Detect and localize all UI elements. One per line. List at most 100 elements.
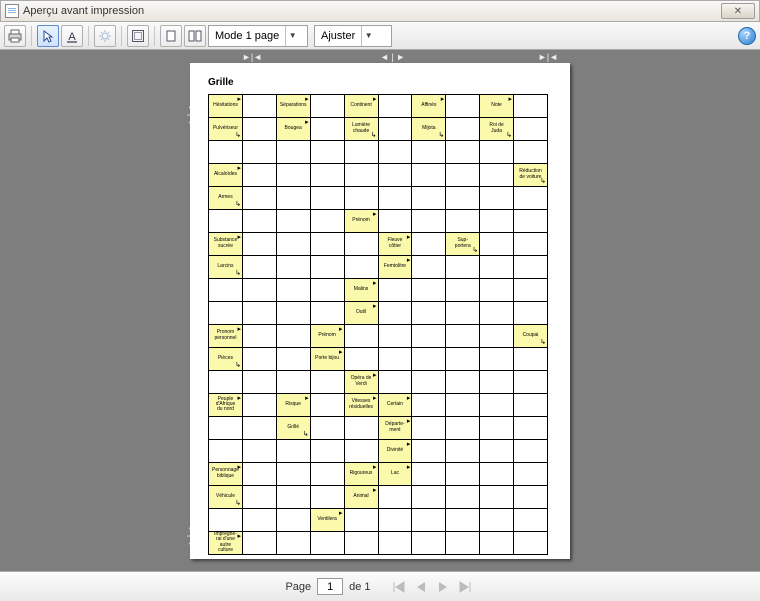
multi-page-button[interactable]: [184, 25, 206, 47]
grid-cell: Réduction de voiture↳: [513, 163, 547, 186]
page-preview: Grille Hésitations▸Séparations▸Continent…: [190, 63, 570, 559]
pan-tool-button[interactable]: A: [61, 25, 83, 47]
grid-cell: [412, 508, 446, 531]
single-page-button[interactable]: [160, 25, 182, 47]
grid-cell: Note▸: [480, 94, 514, 117]
last-page-button[interactable]: [455, 578, 475, 596]
grid-cell: [513, 439, 547, 462]
grid-cell: [310, 393, 344, 416]
grid-cell: [310, 163, 344, 186]
grid-cell: [276, 255, 310, 278]
titlebar: Aperçu avant impression ✕: [0, 0, 760, 22]
grid-cell: [310, 117, 344, 140]
grid-cell: [480, 209, 514, 232]
first-page-button[interactable]: [389, 578, 409, 596]
grid-cell: [209, 140, 243, 163]
margin-handle-icon[interactable]: ►|◄: [242, 52, 262, 62]
grid-cell: [242, 278, 276, 301]
grid-cell: Lumière chaude↳: [344, 117, 378, 140]
grid-cell: Alcaloïdes▸: [209, 163, 243, 186]
grid-cell: [446, 301, 480, 324]
toolbar-separator: [31, 26, 32, 46]
grid-cell: Larcins↳: [209, 255, 243, 278]
grid-cell: [310, 416, 344, 439]
grid-cell: [446, 209, 480, 232]
grid-cell: [513, 531, 547, 554]
grid-cell: [276, 531, 310, 554]
grid-cell: Affinés▸: [412, 94, 446, 117]
grid-cell: Ventilera▸: [310, 508, 344, 531]
grid-cell: Fleuve côtier▸: [378, 232, 412, 255]
next-page-button[interactable]: [433, 578, 453, 596]
grid-cell: [344, 324, 378, 347]
grid-cell: Continent▸: [344, 94, 378, 117]
grid-cell: [513, 186, 547, 209]
grid-cell: [276, 462, 310, 485]
grid-cell: [378, 508, 412, 531]
grid-cell: [446, 324, 480, 347]
grid-cell: [344, 186, 378, 209]
sun-button[interactable]: [94, 25, 116, 47]
grid-cell: [209, 301, 243, 324]
grid-cell: [412, 278, 446, 301]
grid-cell: [378, 370, 412, 393]
grid-cell: [344, 255, 378, 278]
grid-cell: Mijota↳: [412, 117, 446, 140]
grid-cell: [378, 94, 412, 117]
grid-cell: [242, 301, 276, 324]
grid-cell: [209, 278, 243, 301]
grid-cell: [242, 209, 276, 232]
close-button[interactable]: ✕: [721, 3, 755, 19]
toolbar-separator: [88, 26, 89, 46]
grid-cell: [513, 393, 547, 416]
grid-cell: Bougea▸: [276, 117, 310, 140]
margin-handle-icon[interactable]: ►|◄: [538, 52, 558, 62]
grid-cell: [446, 163, 480, 186]
grid-cell: Coupai↳: [513, 324, 547, 347]
document-icon: [5, 4, 19, 18]
fullscreen-button[interactable]: [127, 25, 149, 47]
grid-cell: [378, 209, 412, 232]
margin-handle-icon[interactable]: ◄ | ►: [380, 52, 405, 62]
grid-cell: [480, 140, 514, 163]
grid-cell: [412, 163, 446, 186]
grid-cell: [513, 94, 547, 117]
help-button[interactable]: ?: [738, 27, 756, 45]
grid-cell: [412, 462, 446, 485]
page-input[interactable]: [317, 578, 343, 595]
grid-cell: [242, 370, 276, 393]
page-mode-select[interactable]: Mode 1 page ▼: [208, 25, 308, 47]
grid-cell: [480, 163, 514, 186]
grid-cell: [480, 255, 514, 278]
grid-cell: [378, 485, 412, 508]
prev-page-button[interactable]: [411, 578, 431, 596]
grid-cell: [242, 255, 276, 278]
grid-cell: Hésitations▸: [209, 94, 243, 117]
cursor-tool-button[interactable]: [37, 25, 59, 47]
grid-cell: Risque▸: [276, 393, 310, 416]
grid-cell: [310, 531, 344, 554]
grid-cell: [412, 393, 446, 416]
grid-cell: [513, 117, 547, 140]
grid-cell: [209, 416, 243, 439]
grid-cell: [378, 324, 412, 347]
grid-cell: [446, 278, 480, 301]
grid-cell: [446, 508, 480, 531]
grid-cell: Pièces↳: [209, 347, 243, 370]
grid-cell: [276, 347, 310, 370]
grid-cell: [378, 301, 412, 324]
print-button[interactable]: [4, 25, 26, 47]
grid-cell: [412, 324, 446, 347]
grid-cell: [412, 485, 446, 508]
grid-cell: [276, 439, 310, 462]
grid-cell: [310, 255, 344, 278]
grid-cell: [310, 186, 344, 209]
preview-stage[interactable]: ◄ | ► ►|◄ ►|◄ ►|◄ ►|◄ Grille Hésitations…: [0, 50, 760, 571]
grid-cell: [242, 462, 276, 485]
grid-cell: [513, 347, 547, 370]
grid-cell: [480, 301, 514, 324]
zoom-select[interactable]: Ajuster ▼: [314, 25, 392, 47]
grid-cell: [310, 301, 344, 324]
grid-cell: [446, 485, 480, 508]
grid-cell: [344, 439, 378, 462]
